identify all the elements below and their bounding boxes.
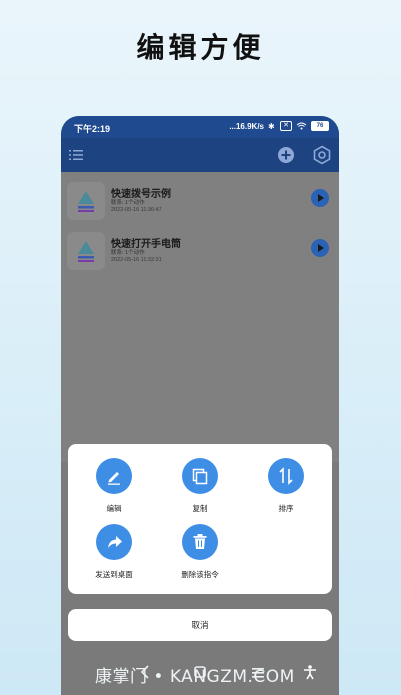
settings-hex-icon[interactable] [312, 145, 332, 165]
app-toolbar [61, 138, 339, 172]
sort-label: 排序 [278, 504, 294, 513]
trash-icon [182, 524, 218, 560]
accessibility-icon[interactable] [301, 663, 319, 681]
item-date: 2022-05-16 11:36:47 [111, 207, 162, 213]
copy-icon [182, 458, 218, 494]
status-time: 下午2:19 [74, 124, 111, 134]
sort-icon [268, 458, 304, 494]
action-sheet: 编辑 复制 排序 发送到桌面 删除该指令 [68, 444, 332, 594]
send-to-desktop-label: 发送到桌面 [95, 570, 133, 579]
delete-button[interactable]: 删除该指令 [160, 524, 240, 580]
sim-icon: ✕ [280, 121, 292, 131]
play-icon[interactable] [311, 239, 329, 257]
app-logo-icon [67, 182, 105, 220]
network-speed: ...16.9K/s [229, 121, 264, 131]
list-item[interactable]: 快速拨号示例 联系: 1个动作 2022-05-16 11:36:47 [61, 176, 339, 230]
item-subtitle: 联系: 1个动作 [111, 250, 145, 256]
battery-icon: 76 [311, 121, 329, 131]
edit-button[interactable]: 编辑 [74, 458, 154, 514]
edit-icon [96, 458, 132, 494]
edit-label: 编辑 [106, 504, 122, 513]
menu-icon[interactable] [69, 148, 83, 162]
add-icon[interactable] [277, 146, 295, 164]
status-right: ...16.9K/s ✱ ✕ 76 [229, 121, 329, 131]
page-headline: 编辑方便 [136, 31, 265, 64]
list-item[interactable]: 快速打开手电筒 联系: 1个动作 2022-05-16 11:32:31 [61, 226, 339, 280]
cancel-button[interactable]: 取消 [68, 609, 332, 641]
bluetooth-icon: ✱ [268, 121, 275, 131]
status-bar: 下午2:19 ...16.9K/s ✱ ✕ 76 [61, 116, 339, 138]
wifi-icon [296, 122, 307, 130]
app-logo-icon [67, 232, 105, 270]
delete-label: 删除该指令 [181, 570, 219, 579]
play-icon[interactable] [311, 189, 329, 207]
copy-label: 复制 [192, 504, 208, 513]
item-subtitle: 联系: 1个动作 [111, 200, 145, 206]
send-to-desktop-button[interactable]: 发送到桌面 [74, 524, 154, 580]
item-date: 2022-05-16 11:32:31 [111, 257, 162, 263]
watermark: 康掌门 • KANGZM.COM [95, 667, 295, 687]
shortcut-list: 快速拨号示例 联系: 1个动作 2022-05-16 11:36:47 快速打开… [61, 172, 339, 462]
share-icon [96, 524, 132, 560]
copy-button[interactable]: 复制 [160, 458, 240, 514]
phone-screen: 下午2:19 ...16.9K/s ✱ ✕ 76 快速拨号示例 联系: 1个动作… [61, 116, 339, 695]
sort-button[interactable]: 排序 [246, 458, 326, 514]
